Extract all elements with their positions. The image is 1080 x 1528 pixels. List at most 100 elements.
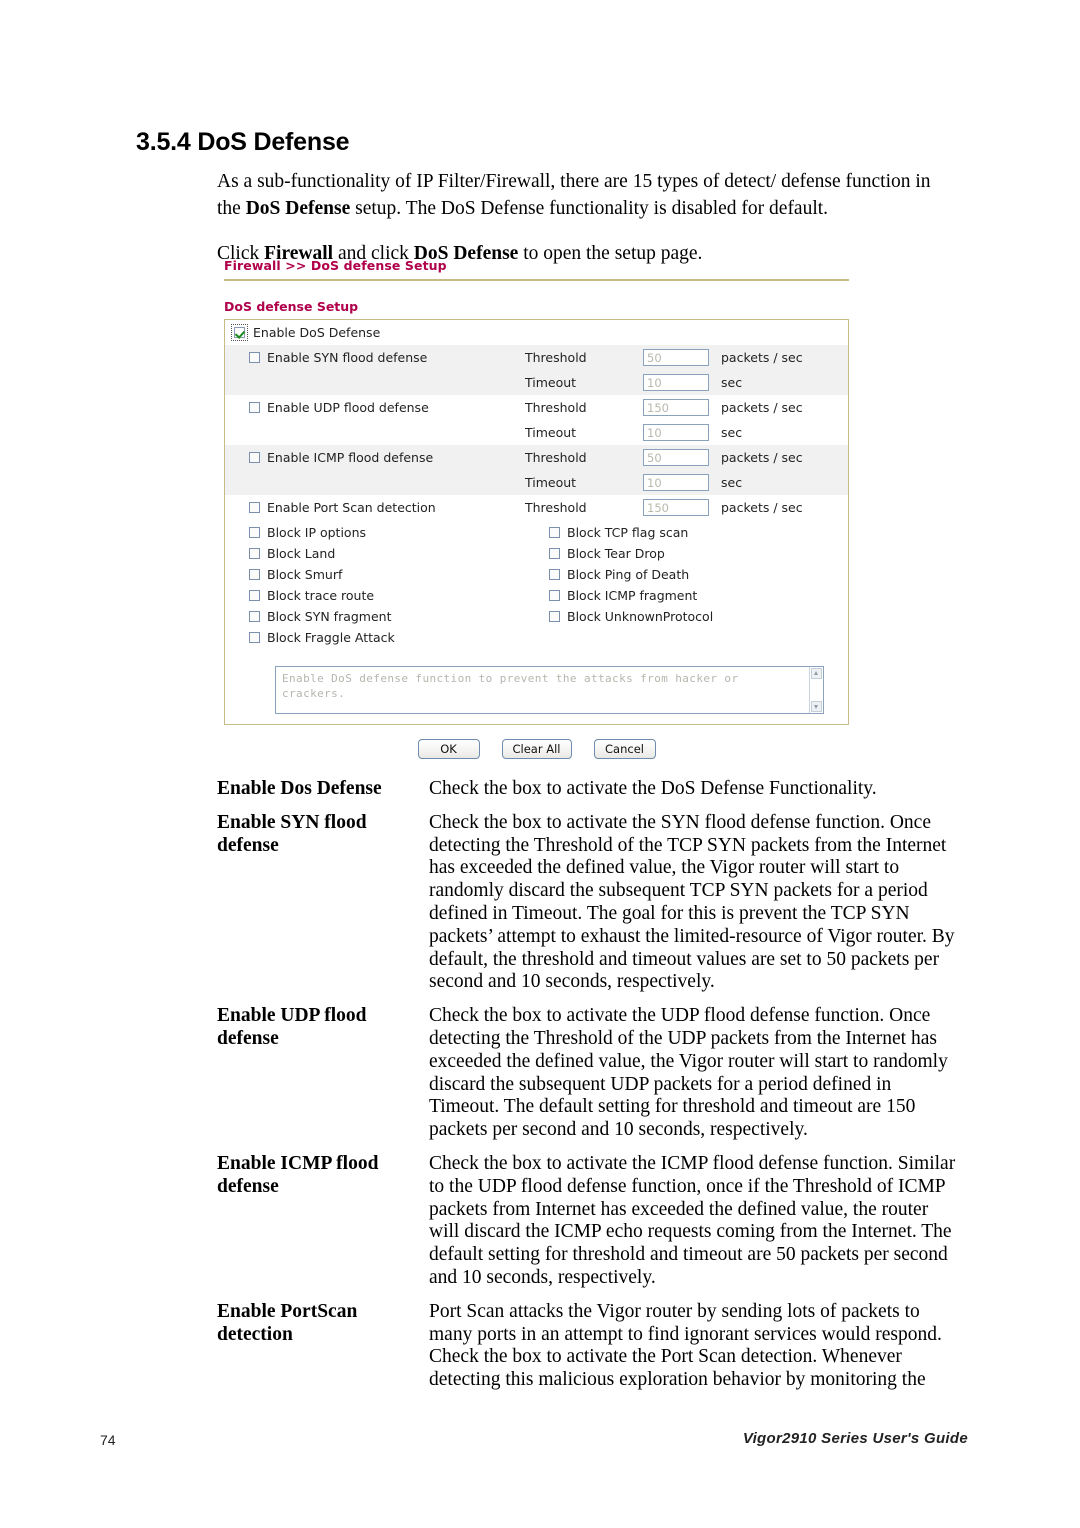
block-fraggle-attack-checkbox[interactable] bbox=[249, 632, 260, 643]
enable-udp-flood-checkbox-group[interactable]: Enable UDP flood defense bbox=[225, 400, 525, 415]
footer-page-number: 74 bbox=[100, 1432, 116, 1448]
block-tcp-flag-scan-checkbox[interactable] bbox=[549, 527, 560, 538]
block-syn-fragment-label: Block SYN fragment bbox=[267, 609, 392, 624]
block-land-group[interactable]: Block Land bbox=[225, 546, 525, 561]
block-ping-of-death-label: Block Ping of Death bbox=[567, 567, 690, 582]
udp-threshold-input[interactable]: 150 bbox=[643, 399, 709, 416]
enable-icmp-flood-checkbox-group[interactable]: Enable ICMP flood defense bbox=[225, 450, 525, 465]
block-syn-fragment-group[interactable]: Block SYN fragment bbox=[225, 609, 525, 624]
definition-term: Enable UDP flood defense bbox=[217, 1005, 367, 1049]
enable-portscan-checkbox-group[interactable]: Enable Port Scan detection bbox=[225, 500, 525, 515]
syn-timeout-input-wrap: 10 bbox=[643, 374, 721, 391]
row-enable-dos-defense: Enable DoS Defense bbox=[225, 320, 848, 345]
form-button-bar: OK Clear All Cancel bbox=[224, 739, 849, 759]
syn-threshold-input[interactable]: 50 bbox=[643, 349, 709, 366]
intro-p1-post: setup. The DoS Defense functionality is … bbox=[350, 198, 829, 219]
intro-p1-bold: DoS Defense bbox=[245, 198, 351, 219]
enable-dos-defense-checkbox-group[interactable]: Enable DoS Defense bbox=[225, 324, 848, 341]
definition-row: Enable SYN flood defense Check the box t… bbox=[217, 812, 962, 994]
portscan-threshold-label: Threshold bbox=[525, 500, 587, 515]
block-row-1: Block IP options Block TCP flag scan bbox=[225, 522, 848, 543]
enable-portscan-label: Enable Port Scan detection bbox=[267, 500, 436, 515]
portscan-threshold-input[interactable]: 150 bbox=[643, 499, 709, 516]
block-tear-drop-group[interactable]: Block Tear Drop bbox=[525, 546, 815, 561]
note-scrollbar[interactable] bbox=[809, 667, 823, 713]
block-land-checkbox[interactable] bbox=[249, 548, 260, 559]
icmp-timeout-input-wrap: 10 bbox=[643, 474, 721, 491]
definition-term: Enable PortScan detection bbox=[217, 1300, 358, 1345]
ok-button[interactable]: OK bbox=[417, 739, 480, 759]
intro-paragraph-1: As a sub-functionality of IP Filter/Fire… bbox=[217, 168, 957, 222]
block-row-2: Block Land Block Tear Drop bbox=[225, 543, 848, 564]
enable-syn-flood-checkbox[interactable] bbox=[249, 352, 260, 363]
clear-all-button[interactable]: Clear All bbox=[501, 739, 572, 759]
row-udp-threshold: Enable UDP flood defense Threshold 150 p… bbox=[225, 395, 848, 420]
enable-icmp-flood-checkbox[interactable] bbox=[249, 452, 260, 463]
block-ping-of-death-group[interactable]: Block Ping of Death bbox=[525, 567, 815, 582]
syn-timeout-input[interactable]: 10 bbox=[643, 374, 709, 391]
block-tcp-flag-scan-group[interactable]: Block TCP flag scan bbox=[525, 525, 815, 540]
field-descriptions: Enable Dos Defense Check the box to acti… bbox=[217, 778, 962, 1403]
udp-threshold-unit: packets / sec bbox=[721, 400, 803, 415]
icmp-timeout-input[interactable]: 10 bbox=[643, 474, 709, 491]
icmp-timeout-unit: sec bbox=[721, 475, 743, 490]
block-unknown-protocol-checkbox[interactable] bbox=[549, 611, 560, 622]
enable-udp-flood-checkbox[interactable] bbox=[249, 402, 260, 413]
definition-description: Check the box to activate the UDP flood … bbox=[429, 1005, 948, 1141]
block-unknown-protocol-label: Block UnknownProtocol bbox=[567, 609, 714, 624]
syn-threshold-label: Threshold bbox=[525, 350, 587, 365]
block-tear-drop-checkbox[interactable] bbox=[549, 548, 560, 559]
definition-term: Enable SYN flood defense bbox=[217, 811, 367, 856]
enable-syn-flood-label: Enable SYN flood defense bbox=[267, 350, 428, 365]
enable-icmp-flood-label: Enable ICMP flood defense bbox=[267, 450, 434, 465]
row-syn-timeout: Timeout 10 sec bbox=[225, 370, 848, 395]
enable-syn-flood-checkbox-group[interactable]: Enable SYN flood defense bbox=[225, 350, 525, 365]
row-icmp-timeout: Timeout 10 sec bbox=[225, 470, 848, 495]
icmp-threshold-input[interactable]: 50 bbox=[643, 449, 709, 466]
enable-dos-defense-checkbox[interactable] bbox=[234, 327, 245, 338]
block-ip-options-checkbox[interactable] bbox=[249, 527, 260, 538]
block-trace-route-checkbox[interactable] bbox=[249, 590, 260, 601]
block-row-5: Block SYN fragment Block UnknownProtocol bbox=[225, 606, 848, 627]
enable-portscan-checkbox[interactable] bbox=[249, 502, 260, 513]
block-icmp-fragment-label: Block ICMP fragment bbox=[567, 588, 698, 603]
block-row-3: Block Smurf Block Ping of Death bbox=[225, 564, 848, 585]
cancel-button[interactable]: Cancel bbox=[593, 739, 656, 759]
block-ip-options-group[interactable]: Block IP options bbox=[225, 525, 525, 540]
definition-row: Enable ICMP flood defense Check the box … bbox=[217, 1153, 962, 1290]
scroll-up-icon[interactable] bbox=[811, 668, 822, 679]
note-textarea[interactable]: Enable DoS defense function to prevent t… bbox=[275, 666, 824, 714]
block-tcp-flag-scan-label: Block TCP flag scan bbox=[567, 525, 689, 540]
syn-threshold-unit: packets / sec bbox=[721, 350, 803, 365]
block-row-4: Block trace route Block ICMP fragment bbox=[225, 585, 848, 606]
definition-description: Check the box to activate the DoS Defens… bbox=[429, 778, 877, 799]
udp-timeout-unit: sec bbox=[721, 425, 743, 440]
row-udp-timeout: Timeout 10 sec bbox=[225, 420, 848, 445]
scroll-down-icon[interactable] bbox=[811, 701, 822, 712]
block-ip-options-label: Block IP options bbox=[267, 525, 367, 540]
block-smurf-group[interactable]: Block Smurf bbox=[225, 567, 525, 582]
block-tear-drop-label: Block Tear Drop bbox=[567, 546, 665, 561]
block-land-label: Block Land bbox=[267, 546, 336, 561]
block-icmp-fragment-checkbox[interactable] bbox=[549, 590, 560, 601]
block-ping-of-death-checkbox[interactable] bbox=[549, 569, 560, 580]
udp-timeout-input-wrap: 10 bbox=[643, 424, 721, 441]
portscan-threshold-input-wrap: 150 bbox=[643, 499, 721, 516]
definition-description: Check the box to activate the ICMP flood… bbox=[429, 1152, 956, 1288]
syn-timeout-label: Timeout bbox=[525, 375, 577, 390]
note-textarea-value[interactable]: Enable DoS defense function to prevent t… bbox=[276, 667, 809, 713]
udp-timeout-input[interactable]: 10 bbox=[643, 424, 709, 441]
enable-udp-flood-label: Enable UDP flood defense bbox=[267, 400, 429, 415]
block-syn-fragment-checkbox[interactable] bbox=[249, 611, 260, 622]
block-fraggle-attack-group[interactable]: Block Fraggle Attack bbox=[225, 630, 525, 645]
router-ui-screenshot: Firewall >> DoS defense Setup DoS defens… bbox=[224, 258, 849, 759]
block-fraggle-attack-label: Block Fraggle Attack bbox=[267, 630, 395, 645]
checkbox-focus-ring bbox=[231, 324, 248, 341]
block-smurf-checkbox[interactable] bbox=[249, 569, 260, 580]
block-icmp-fragment-group[interactable]: Block ICMP fragment bbox=[525, 588, 815, 603]
udp-threshold-label: Threshold bbox=[525, 400, 587, 415]
block-row-6: Block Fraggle Attack bbox=[225, 627, 848, 648]
syn-timeout-unit: sec bbox=[721, 375, 743, 390]
block-trace-route-group[interactable]: Block trace route bbox=[225, 588, 525, 603]
block-unknown-protocol-group[interactable]: Block UnknownProtocol bbox=[525, 609, 815, 624]
